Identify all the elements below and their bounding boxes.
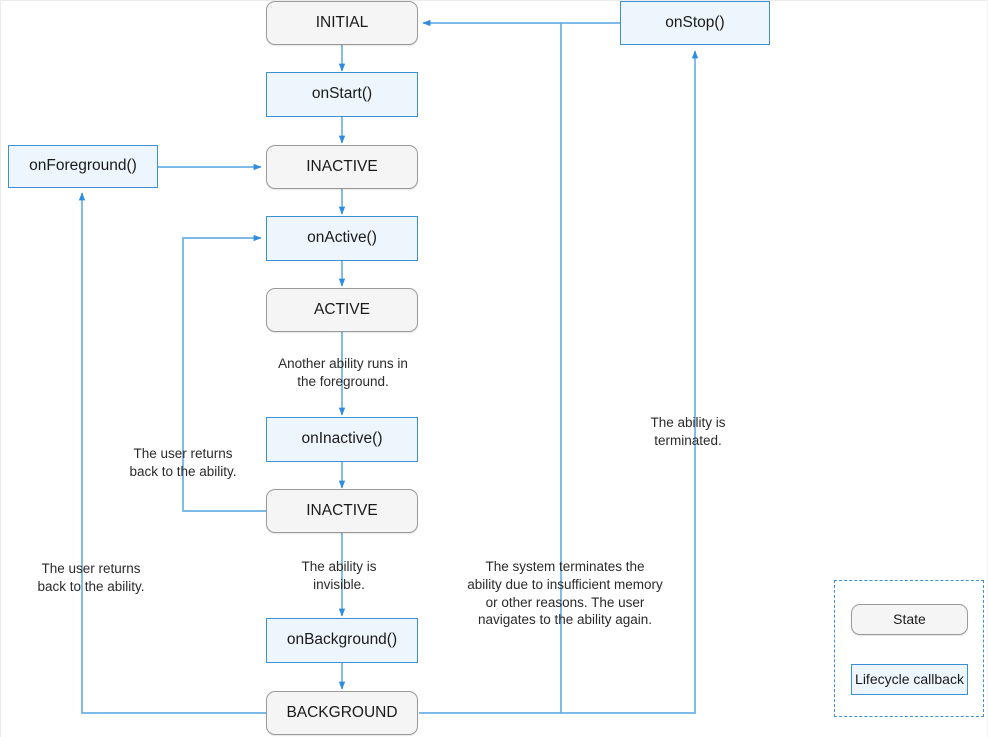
node-onbackground[interactable]: onBackground() [266, 618, 418, 663]
node-onbackground-label: onBackground() [286, 631, 398, 649]
node-initial-label: INITIAL [315, 13, 369, 31]
node-onforeground[interactable]: onForeground() [8, 145, 158, 188]
diagram-canvas: INITIAL onStart() INACTIVE onActive() AC… [0, 0, 988, 737]
edge-label-user-returns-mid: The user returns back to the ability. [129, 446, 237, 479]
node-active[interactable]: ACTIVE [266, 288, 418, 332]
node-background[interactable]: BACKGROUND [266, 691, 418, 735]
node-onstop[interactable]: onStop() [620, 1, 770, 45]
edge-label-ability-terminated: The ability is terminated. [650, 415, 726, 448]
node-inactive-bottom-label: INACTIVE [306, 501, 378, 519]
legend-callback-label: Lifecycle callback [855, 671, 964, 688]
legend: State Lifecycle callback [834, 580, 984, 717]
node-onactive-label: onActive() [307, 229, 377, 247]
edge-label-system-terminates: The system terminates the ability due to… [467, 559, 663, 628]
node-onstart[interactable]: onStart() [266, 72, 418, 117]
node-onstart-label: onStart() [311, 85, 373, 103]
node-initial[interactable]: INITIAL [266, 1, 418, 45]
node-oninactive-label: onInactive() [301, 430, 383, 448]
node-inactive-bottom[interactable]: INACTIVE [266, 489, 418, 533]
node-onstop-label: onStop() [665, 13, 725, 31]
legend-state-label: State [893, 611, 926, 628]
edge-label-another-ability-foreground: Another ability runs in the foreground. [278, 356, 408, 389]
legend-callback-swatch: Lifecycle callback [851, 664, 968, 695]
node-inactive-top-label: INACTIVE [306, 157, 378, 175]
edge-label-ability-invisible: The ability is invisible. [301, 559, 377, 592]
legend-state-swatch: State [851, 604, 968, 635]
edge-label-user-returns-left: The user returns back to the ability. [37, 561, 145, 594]
node-onactive[interactable]: onActive() [266, 216, 418, 261]
node-inactive-top[interactable]: INACTIVE [266, 145, 418, 189]
node-active-label: ACTIVE [314, 300, 370, 318]
node-oninactive[interactable]: onInactive() [266, 417, 418, 462]
node-onforeground-label: onForeground() [29, 157, 137, 175]
node-background-label: BACKGROUND [286, 703, 398, 721]
